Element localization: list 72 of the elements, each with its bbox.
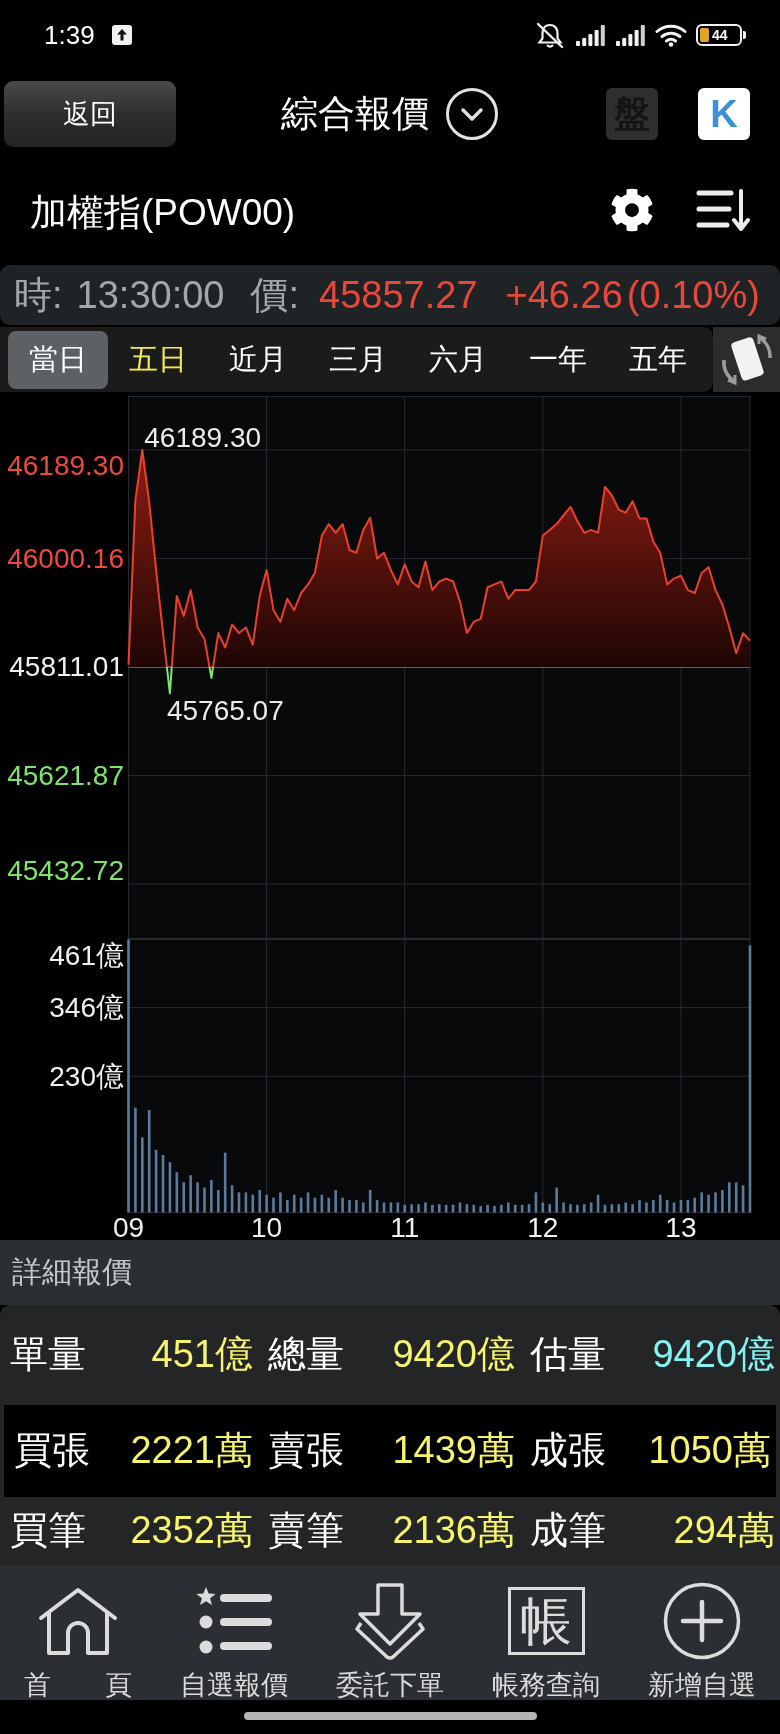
dropdown-icon[interactable] xyxy=(445,87,499,141)
stat-label: 成張 xyxy=(530,1430,606,1472)
y-axis-label: 46000.16 xyxy=(7,543,124,574)
period-tab[interactable]: 一年 xyxy=(508,330,608,389)
nav-item[interactable]: 首 頁 xyxy=(0,1585,156,1703)
price-label: 價: xyxy=(250,272,300,318)
period-tab[interactable]: 六月 xyxy=(408,330,508,389)
y-axis-label: 45432.72 xyxy=(7,854,124,886)
star-list-icon xyxy=(195,1586,273,1656)
period-tab[interactable]: 近月 xyxy=(208,330,308,389)
quote-price: 45857.27 xyxy=(319,273,478,317)
x-axis-label: 10 xyxy=(251,1211,283,1240)
down-arrow-icon xyxy=(354,1582,426,1660)
battery-fill xyxy=(700,28,709,42)
quote-time: 13:30:00 xyxy=(76,273,225,317)
stat-value: 451億 xyxy=(151,1334,253,1376)
wifi-icon xyxy=(655,23,687,47)
signal-icon xyxy=(615,24,646,46)
stat-label: 總量 xyxy=(268,1334,344,1376)
ledger-glyph-icon: 帳 xyxy=(507,1587,585,1655)
rotate-button[interactable] xyxy=(713,327,780,392)
period-tab[interactable]: 五年 xyxy=(608,330,708,389)
stat-label: 單量 xyxy=(10,1334,86,1376)
price-change: +46.26 xyxy=(505,273,623,317)
y-axis-label: 45621.87 xyxy=(7,759,124,791)
stat-label: 買筆 xyxy=(10,1510,86,1552)
low-price-label: 45765.07 xyxy=(166,694,284,726)
stat-value: 2352萬 xyxy=(130,1510,253,1552)
x-axis-label: 13 xyxy=(665,1211,697,1240)
page-title: 綜合報價 xyxy=(281,92,429,136)
stat-label: 估量 xyxy=(530,1334,606,1376)
nav-item[interactable]: 委託下單 xyxy=(312,1585,468,1703)
y-axis-label: 461億 xyxy=(49,939,124,971)
nav-item[interactable]: 帳 帳務查詢 xyxy=(468,1585,624,1703)
y-axis-label: 45811.01 xyxy=(9,651,124,683)
stat-label: 賣筆 xyxy=(268,1510,344,1552)
stat-value: 9420億 xyxy=(392,1334,515,1376)
period-tab[interactable]: 當日 xyxy=(8,330,108,389)
stat-label: 成筆 xyxy=(530,1510,606,1552)
signal-icon xyxy=(575,24,606,46)
details-title: 詳細報價 xyxy=(12,1254,132,1290)
sort-icon[interactable] xyxy=(696,188,750,232)
stat-value: 1050萬 xyxy=(648,1430,771,1472)
stat-value: 2136萬 xyxy=(392,1510,515,1552)
high-price-label: 46189.30 xyxy=(144,422,262,454)
change-percent: (0.10%) xyxy=(626,273,760,317)
period-tab[interactable]: 三月 xyxy=(308,330,408,389)
upload-icon xyxy=(111,25,132,45)
x-axis-label: 11 xyxy=(390,1211,420,1240)
stat-label: 買張 xyxy=(14,1430,90,1472)
settings-icon[interactable] xyxy=(610,188,654,232)
stat-value: 2221萬 xyxy=(130,1430,253,1472)
x-axis-label: 12 xyxy=(527,1211,559,1240)
battery-level: 44 xyxy=(712,28,728,42)
stat-value: 294萬 xyxy=(673,1510,775,1552)
stat-label: 賣張 xyxy=(268,1430,344,1472)
status-time: 1:39 xyxy=(44,19,95,51)
time-label: 時: xyxy=(14,272,63,318)
instrument-name: 加權指(POW00) xyxy=(30,191,296,235)
y-axis-label: 346億 xyxy=(49,992,124,1024)
nav-item[interactable]: 自選報價 xyxy=(156,1585,312,1703)
mute-bell-icon xyxy=(534,21,566,49)
stat-value: 9420億 xyxy=(652,1334,775,1376)
add-circle-icon xyxy=(663,1582,741,1660)
nav-item[interactable]: 新增自選 xyxy=(624,1585,780,1703)
x-axis-label: 09 xyxy=(112,1211,145,1240)
home-icon xyxy=(38,1587,118,1655)
y-axis-label: 230億 xyxy=(49,1060,124,1092)
stat-value: 1439萬 xyxy=(392,1430,515,1472)
period-tab[interactable]: 五日 xyxy=(108,330,208,389)
y-axis-label: 46189.30 xyxy=(7,449,124,481)
back-button[interactable]: 返回 xyxy=(4,81,176,147)
